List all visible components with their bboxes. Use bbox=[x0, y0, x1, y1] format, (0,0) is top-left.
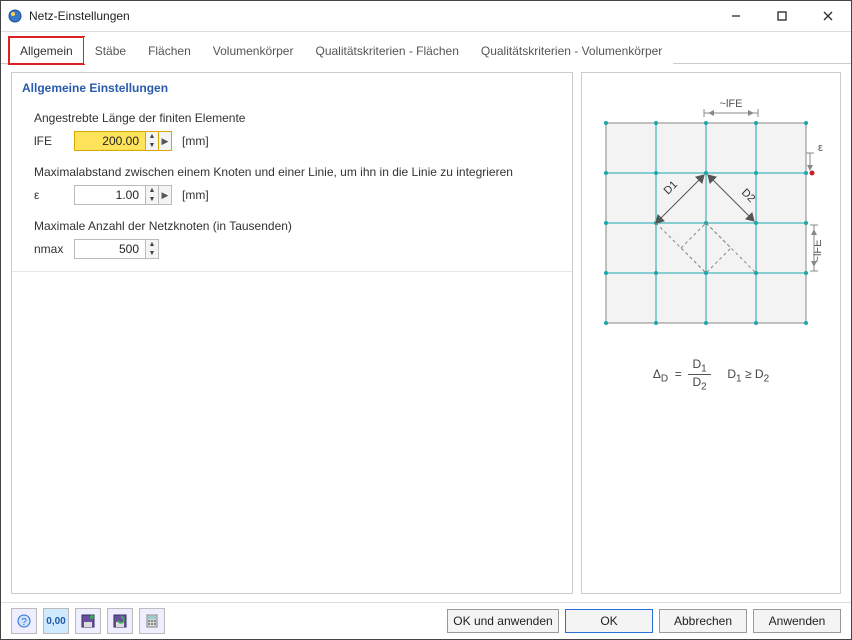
ok-button[interactable]: OK bbox=[565, 609, 653, 633]
close-button[interactable] bbox=[805, 1, 851, 31]
window-buttons bbox=[713, 1, 851, 31]
nmax-input[interactable]: 500 ▲▼ bbox=[74, 239, 159, 259]
eps-spinner[interactable]: ▲▼ bbox=[145, 186, 158, 204]
calculator-button[interactable] bbox=[139, 608, 165, 634]
svg-text:?: ? bbox=[21, 617, 27, 628]
tab-flaechen[interactable]: Flächen bbox=[137, 37, 202, 64]
lfe-unit: [mm] bbox=[182, 134, 209, 148]
nmax-label: nmax bbox=[34, 242, 64, 256]
lfe-value[interactable]: 200.00 bbox=[75, 132, 145, 150]
ok-apply-button[interactable]: OK und anwenden bbox=[447, 609, 559, 633]
eps-label: ε bbox=[34, 188, 64, 202]
tab-strip: Allgemein Stäbe Flächen Volumenkörper Qu… bbox=[1, 32, 851, 64]
eps-caption: Maximalabstand zwischen einem Knoten und… bbox=[12, 155, 572, 181]
nmax-spinner[interactable]: ▲▼ bbox=[145, 240, 158, 258]
eps-play-icon[interactable]: ▶ bbox=[158, 186, 171, 204]
tab-volumenkoerper[interactable]: Volumenkörper bbox=[202, 37, 305, 64]
app-icon bbox=[7, 8, 23, 24]
nmax-row: nmax 500 ▲▼ bbox=[12, 235, 572, 263]
help-button[interactable]: ? bbox=[11, 608, 37, 634]
cancel-button[interactable]: Abbrechen bbox=[659, 609, 747, 633]
dialog-footer: ? 0,00 OK und anwenden OK Abbrechen Anwe… bbox=[1, 602, 851, 639]
tab-allgemein[interactable]: Allgemein bbox=[9, 37, 84, 64]
mesh-diagram: ~lFE bbox=[596, 93, 826, 393]
eps-value[interactable]: 1.00 bbox=[75, 186, 145, 204]
dialog-body: Allgemeine Einstellungen Angestrebte Län… bbox=[1, 64, 851, 602]
save-button[interactable] bbox=[75, 608, 101, 634]
lfe-input[interactable]: 200.00 ▲▼ ▶ bbox=[74, 131, 172, 151]
formula: ΔD = D1 D2 D1 ≥ D2 bbox=[596, 357, 826, 393]
eps-row: ε 1.00 ▲▼ ▶ [mm] bbox=[12, 181, 572, 209]
apply-button[interactable]: Anwenden bbox=[753, 609, 841, 633]
nmax-caption: Maximale Anzahl der Netzknoten (in Tause… bbox=[12, 209, 572, 235]
diagram-top-label: ~lFE bbox=[720, 98, 743, 110]
section-heading: Allgemeine Einstellungen bbox=[12, 73, 572, 101]
lfe-caption: Angestrebte Länge der finiten Elemente bbox=[12, 101, 572, 127]
left-spacer bbox=[12, 271, 572, 593]
maximize-button[interactable] bbox=[759, 1, 805, 31]
lfe-row: lFE 200.00 ▲▼ ▶ [mm] bbox=[12, 127, 572, 155]
eps-unit: [mm] bbox=[182, 188, 209, 202]
dialog-window: Netz-Einstellungen Allgemein Stäbe Fläch… bbox=[0, 0, 852, 640]
title-bar: Netz-Einstellungen bbox=[1, 1, 851, 32]
reset-button[interactable] bbox=[107, 608, 133, 634]
eps-input[interactable]: 1.00 ▲▼ ▶ bbox=[74, 185, 172, 205]
lfe-label: lFE bbox=[34, 134, 64, 148]
settings-panel: Allgemeine Einstellungen Angestrebte Län… bbox=[11, 72, 573, 594]
lfe-spinner[interactable]: ▲▼ bbox=[145, 132, 158, 150]
preview-panel: ~lFE bbox=[581, 72, 841, 594]
minimize-button[interactable] bbox=[713, 1, 759, 31]
tab-quality-areas[interactable]: Qualitätskriterien - Flächen bbox=[304, 37, 469, 64]
nmax-value[interactable]: 500 bbox=[75, 240, 145, 258]
units-button[interactable]: 0,00 bbox=[43, 608, 69, 634]
diagram-eps-label: ε bbox=[818, 142, 823, 154]
lfe-play-icon[interactable]: ▶ bbox=[158, 132, 171, 150]
window-title: Netz-Einstellungen bbox=[29, 9, 713, 23]
tab-staebe[interactable]: Stäbe bbox=[84, 37, 137, 64]
tab-quality-solids[interactable]: Qualitätskriterien - Volumenkörper bbox=[470, 37, 673, 64]
